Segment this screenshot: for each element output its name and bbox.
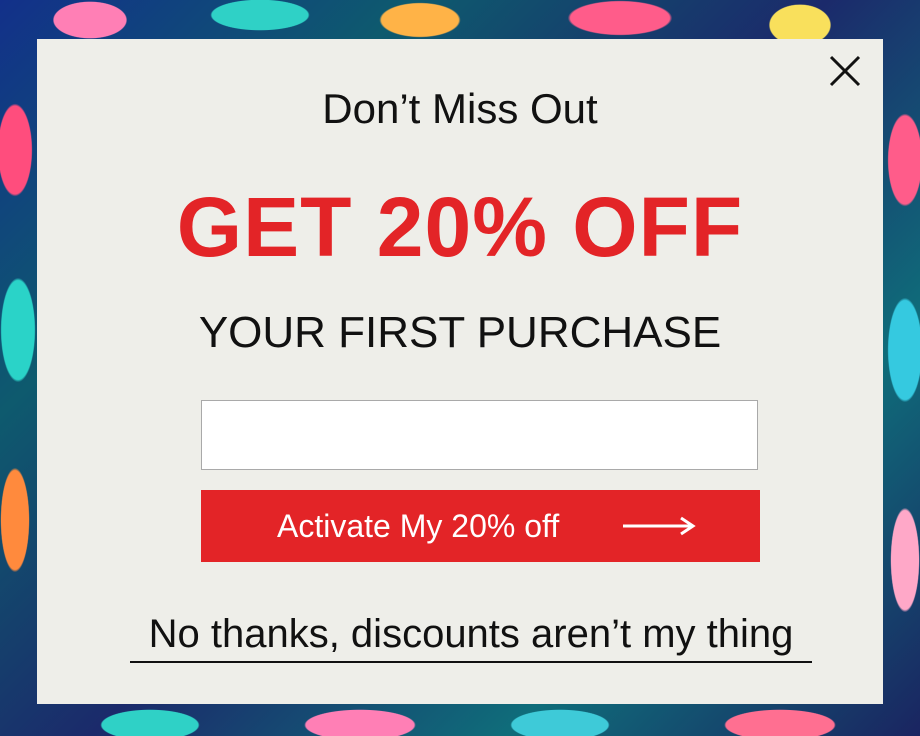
activate-discount-label: Activate My 20% off: [277, 508, 560, 544]
offer-heading: GET 20% OFF: [176, 180, 744, 274]
decline-link[interactable]: No thanks, discounts aren’t my thing: [130, 609, 812, 663]
email-input[interactable]: [201, 400, 758, 470]
discount-popup: Don’t Miss Out GET 20% OFF YOUR FIRST PU…: [37, 39, 883, 704]
arrow-right-icon: [623, 516, 696, 536]
activate-discount-button[interactable]: Activate My 20% off: [201, 490, 760, 562]
offer-subheading: YOUR FIRST PURCHASE: [198, 308, 722, 357]
popup-headline: Don’t Miss Out: [322, 85, 598, 132]
